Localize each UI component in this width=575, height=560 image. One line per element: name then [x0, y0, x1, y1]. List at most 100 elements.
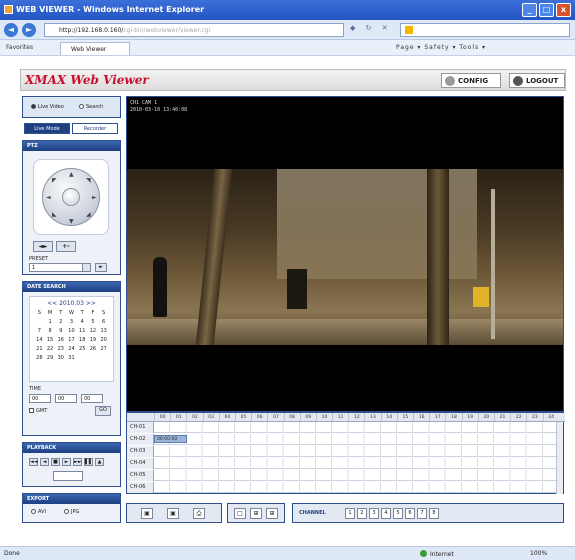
- channel-button[interactable]: 8: [429, 508, 439, 519]
- arrow-down-left-icon[interactable]: ◣: [52, 211, 57, 218]
- refresh-stop-icons[interactable]: ◆ ↻ ✕: [350, 24, 392, 32]
- recording-timeline[interactable]: 00 01 02 03 04 05 06 07 08 09 10 11 12 13 14 15 16 17 18 19…: [126, 412, 565, 494]
- calendar-day[interactable]: 11: [77, 328, 88, 334]
- timeline-row[interactable]: CH-04: [127, 458, 557, 469]
- timeline-scrollbar[interactable]: [556, 422, 563, 494]
- calendar-day[interactable]: 31: [66, 355, 77, 361]
- calendar-day[interactable]: 13: [98, 328, 109, 334]
- fast-forward-button[interactable]: ►►: [73, 458, 82, 466]
- zoom-level[interactable]: 100%: [530, 550, 547, 557]
- command-bar[interactable]: Page ▾ Safety ▾ Tools ▾: [396, 44, 486, 51]
- calendar-day[interactable]: 10: [66, 328, 77, 334]
- gmt-checkbox[interactable]: GMT: [29, 408, 47, 414]
- calendar-day[interactable]: 23: [55, 346, 66, 352]
- avi-radio[interactable]: AVI: [31, 509, 46, 515]
- channel-button[interactable]: 5: [393, 508, 403, 519]
- calendar-day[interactable]: 28: [34, 355, 45, 361]
- calendar-day[interactable]: 15: [45, 337, 56, 343]
- calendar-day[interactable]: 14: [34, 337, 45, 343]
- calendar-day[interactable]: 2: [55, 319, 66, 325]
- close-button[interactable]: x: [556, 3, 571, 17]
- minimize-button[interactable]: _: [522, 3, 537, 17]
- calendar-day[interactable]: 4: [77, 319, 88, 325]
- stop-button[interactable]: ■: [51, 458, 60, 466]
- calendar-day[interactable]: 22: [45, 346, 56, 352]
- calendar-day[interactable]: 9: [55, 328, 66, 334]
- calendar-day[interactable]: 1: [45, 319, 56, 325]
- timeline-cells[interactable]: [154, 446, 557, 457]
- timeline-cells[interactable]: [154, 470, 557, 481]
- calendar-day[interactable]: 26: [88, 346, 99, 352]
- calendar-day[interactable]: 27: [98, 346, 109, 352]
- up-button[interactable]: ▲: [95, 458, 104, 466]
- step-back-button[interactable]: ◄: [40, 458, 49, 466]
- channel-button[interactable]: 1: [345, 508, 355, 519]
- calendar-day[interactable]: 8: [45, 328, 56, 334]
- calendar-day[interactable]: 3: [66, 319, 77, 325]
- forward-button[interactable]: ►: [22, 23, 36, 37]
- timeline-row[interactable]: CH-06: [127, 482, 557, 493]
- channel-button[interactable]: 7: [417, 508, 427, 519]
- browser-tab[interactable]: Web Viewer: [60, 42, 130, 55]
- split-4-icon[interactable]: ⊞: [250, 508, 262, 519]
- url-field[interactable]: http://192.168.0.160/cgi-bin/webviewer/v…: [44, 23, 344, 37]
- play-button[interactable]: ►: [62, 458, 71, 466]
- calendar-month[interactable]: << 2010.03 >>: [30, 300, 113, 307]
- timeline-cells[interactable]: [154, 482, 557, 493]
- logout-button[interactable]: LOGOUT: [509, 73, 565, 88]
- print-icon[interactable]: ⎙: [193, 508, 205, 519]
- ptz-home-button[interactable]: [62, 188, 80, 206]
- calendar-day[interactable]: 21: [34, 346, 45, 352]
- arrow-up-icon[interactable]: ▲: [69, 171, 74, 178]
- channel-button[interactable]: 4: [381, 508, 391, 519]
- timeline-row[interactable]: CH-01: [127, 422, 557, 433]
- split-9-icon[interactable]: ⊞: [266, 508, 278, 519]
- channel-button[interactable]: 6: [405, 508, 415, 519]
- tab-live-mode[interactable]: Live Mode: [24, 123, 70, 134]
- calendar-day[interactable]: 29: [45, 355, 56, 361]
- back-button[interactable]: ◄: [4, 23, 18, 37]
- maximize-button[interactable]: □: [539, 3, 554, 17]
- preset-go-button[interactable]: ►: [95, 263, 107, 272]
- minute-field[interactable]: 00: [55, 394, 77, 403]
- rewind-button[interactable]: ◄◄: [29, 458, 38, 466]
- calendar-day[interactable]: 19: [88, 337, 99, 343]
- timeline-row[interactable]: CH-03: [127, 446, 557, 457]
- arrow-down-right-icon[interactable]: ◢: [86, 211, 91, 218]
- arrow-left-icon[interactable]: ◄: [46, 194, 51, 201]
- arrow-down-icon[interactable]: ▼: [69, 218, 74, 225]
- pause-button[interactable]: ▌▌: [84, 458, 93, 466]
- config-button[interactable]: CONFIG: [441, 73, 501, 88]
- timeline-cells[interactable]: [154, 434, 557, 445]
- search-input[interactable]: [400, 23, 570, 37]
- ptz-joystick[interactable]: ▲ ▼ ◄ ► ◤ ◥ ◣ ◢: [42, 168, 100, 226]
- calendar-day[interactable]: 7: [34, 328, 45, 334]
- channel-button[interactable]: 2: [357, 508, 367, 519]
- calendar-day[interactable]: 12: [88, 328, 99, 334]
- arrow-up-left-icon[interactable]: ◤: [52, 177, 57, 184]
- video-viewport[interactable]: CH1 CAM 1 2010-03-10 13:40:08: [126, 96, 564, 412]
- chevron-down-icon[interactable]: [82, 264, 90, 271]
- timeline-row[interactable]: CH-02 00:00:00: [127, 434, 557, 445]
- calendar-day[interactable]: 30: [55, 355, 66, 361]
- zoom-button[interactable]: +-: [56, 241, 76, 252]
- calendar-day[interactable]: 17: [66, 337, 77, 343]
- calendar-day[interactable]: 25: [77, 346, 88, 352]
- timeline-cells[interactable]: [154, 458, 557, 469]
- second-field[interactable]: 00: [81, 394, 103, 403]
- live-video-radio[interactable]: Live Video: [31, 104, 64, 110]
- timeline-row[interactable]: CH-05: [127, 470, 557, 481]
- calendar-day[interactable]: 5: [88, 319, 99, 325]
- split-1-icon[interactable]: □: [234, 508, 246, 519]
- preset-select[interactable]: 1: [29, 263, 91, 272]
- focus-near-button[interactable]: ◄►: [33, 241, 53, 252]
- calendar-day[interactable]: 6: [98, 319, 109, 325]
- calendar-day[interactable]: 24: [66, 346, 77, 352]
- arrow-up-right-icon[interactable]: ◥: [86, 177, 91, 184]
- hour-field[interactable]: 00: [29, 394, 51, 403]
- arrow-right-icon[interactable]: ►: [92, 194, 97, 201]
- calendar-day[interactable]: 16: [55, 337, 66, 343]
- recording-segment[interactable]: 00:00:00: [154, 435, 187, 443]
- record-icon[interactable]: ▣: [167, 508, 179, 519]
- search-go-button[interactable]: GO: [95, 406, 111, 416]
